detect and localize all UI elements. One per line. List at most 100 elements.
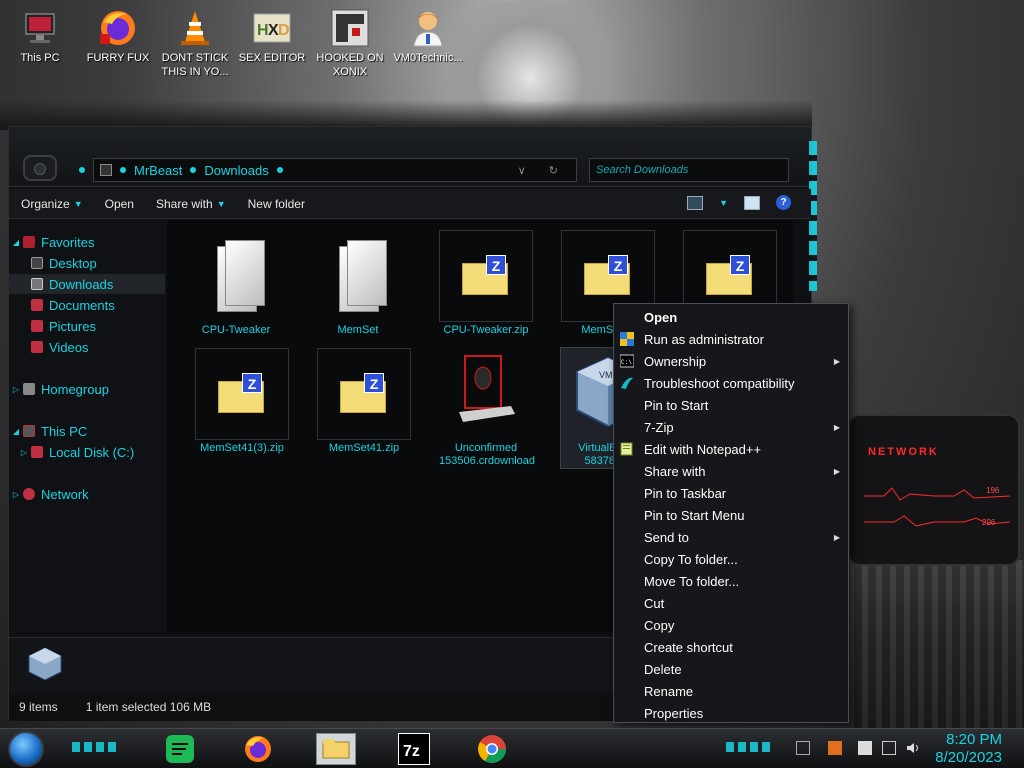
nav-label: Pictures: [49, 318, 96, 334]
menu-item-open[interactable]: Open: [614, 306, 848, 328]
desktop-icon-hex-editor[interactable]: HXD SEX EDITOR: [234, 4, 310, 65]
gadget-upload-value: 196: [986, 486, 1000, 495]
show-hidden-icons-icon[interactable]: [796, 741, 810, 755]
clock-date: 8/20/2023: [935, 749, 1002, 766]
new-folder-button[interactable]: New folder: [248, 197, 305, 211]
menu-label: Cut: [644, 595, 665, 611]
desktop-icon-vm0technic[interactable]: VM0Technic...: [390, 4, 466, 65]
menu-item-delete[interactable]: Delete: [614, 658, 848, 680]
nav-local-disk[interactable]: ▷ Local Disk (C:): [9, 442, 165, 462]
svg-text:VM: VM: [599, 370, 613, 380]
menu-item-copy[interactable]: Copy: [614, 614, 848, 636]
notepad-plus-plus-icon: [620, 442, 634, 456]
file-item-memset41-3-zip[interactable]: Z MemSet41(3).zip: [195, 348, 289, 455]
menu-item-create-shortcut[interactable]: Create shortcut: [614, 636, 848, 658]
desktop-icon-this-pc[interactable]: This PC: [2, 4, 78, 65]
search-box[interactable]: [589, 158, 789, 182]
file-explorer-icon[interactable]: [316, 733, 356, 765]
address-bar[interactable]: MrBeast Downloads ∨ ↻: [93, 158, 577, 182]
menu-item-ownership[interactable]: C:\ Ownership ▶: [614, 350, 848, 372]
network-tray-icon[interactable]: [882, 741, 896, 755]
nav-pictures[interactable]: Pictures: [9, 316, 165, 336]
organize-button[interactable]: Organize ▼: [21, 197, 83, 211]
menu-item-rename[interactable]: Rename: [614, 680, 848, 702]
file-item-cpu-tweaker[interactable]: CPU-Tweaker: [189, 230, 283, 337]
menu-label: Open: [644, 309, 678, 325]
menu-item-copy-to-folder[interactable]: Copy To folder...: [614, 548, 848, 570]
svg-text:7z: 7z: [403, 743, 420, 760]
nav-homegroup[interactable]: ▷ Homegroup: [9, 379, 165, 399]
documents-icon: [31, 299, 43, 311]
firefox-icon[interactable]: [242, 733, 274, 765]
action-center-icon[interactable]: [858, 741, 872, 755]
network-gadget[interactable]: NETWORK 196 296: [848, 414, 1020, 566]
start-orb-icon[interactable]: [8, 731, 44, 767]
menu-label: Properties: [644, 705, 704, 721]
nav-videos[interactable]: Videos: [9, 337, 165, 357]
desktop-icon-label: VM0Technic...: [393, 52, 463, 64]
breadcrumb-mrbeast[interactable]: MrBeast: [134, 163, 182, 178]
menu-item-share-with[interactable]: Share with ▶: [614, 460, 848, 482]
preview-pane-icon[interactable]: [744, 195, 760, 210]
address-controls-icon[interactable]: ∨ ↻: [518, 164, 568, 177]
traffic-cone-icon: [175, 8, 215, 48]
chevron-down-icon[interactable]: ▼: [719, 198, 728, 208]
view-options-icon[interactable]: [687, 195, 704, 210]
menu-item-edit-notepad[interactable]: Edit with Notepad++: [614, 438, 848, 460]
menu-item-move-to-folder[interactable]: Move To folder...: [614, 570, 848, 592]
menu-label: Create shortcut: [644, 639, 733, 655]
menu-item-troubleshoot[interactable]: Troubleshoot compatibility: [614, 372, 848, 394]
file-item-cpu-tweaker-zip[interactable]: Z CPU-Tweaker.zip: [439, 230, 533, 337]
nav-network[interactable]: ▷ Network: [9, 484, 165, 504]
nav-documents[interactable]: Documents: [9, 295, 165, 315]
breadcrumb-downloads[interactable]: Downloads: [204, 163, 268, 178]
breadcrumb-separator-icon: [190, 167, 197, 173]
help-icon[interactable]: ?: [776, 195, 791, 210]
system-clock[interactable]: 8:20 PM 8/20/2023: [935, 731, 1002, 767]
menu-item-pin-to-taskbar[interactable]: Pin to Taskbar: [614, 482, 848, 504]
menu-label: Pin to Start: [644, 397, 709, 413]
desktop-icon-vlc[interactable]: DONT STICK THIS IN YO...: [157, 4, 233, 79]
nav-this-pc[interactable]: ◢ This PC: [9, 421, 165, 441]
nav-favorites[interactable]: ◢ Favorites: [9, 232, 165, 252]
history-dot-icon[interactable]: [79, 167, 85, 173]
spotify-icon[interactable]: [164, 733, 196, 765]
menu-label: 7-Zip: [644, 419, 674, 435]
file-item-unconfirmed-download[interactable]: Unconfirmed 153506.crdownload: [439, 348, 535, 468]
share-with-label: Share with: [155, 196, 213, 211]
desktop-icon-label: SEX EDITOR: [238, 52, 306, 64]
downloads-icon: [31, 278, 43, 290]
nav-downloads[interactable]: Downloads: [9, 274, 165, 294]
menu-item-cut[interactable]: Cut: [614, 592, 848, 614]
zip-icon: Z: [340, 373, 388, 413]
menu-item-run-as-admin[interactable]: Run as administrator: [614, 328, 848, 350]
nav-desktop[interactable]: Desktop: [9, 253, 165, 273]
folder-thumb: [311, 230, 405, 322]
menu-item-pin-to-start[interactable]: Pin to Start: [614, 394, 848, 416]
volume-icon[interactable]: [906, 741, 920, 755]
share-with-button[interactable]: Share with ▼: [156, 197, 226, 211]
expand-arrow-icon[interactable]: ◢: [9, 238, 23, 247]
open-button[interactable]: Open: [105, 197, 134, 211]
expand-arrow-icon[interactable]: ▷: [17, 448, 31, 457]
search-input[interactable]: [590, 159, 788, 181]
expand-arrow-icon[interactable]: ◢: [9, 427, 23, 436]
file-item-memset[interactable]: MemSet: [311, 230, 405, 337]
7zip-icon[interactable]: 7z: [398, 733, 430, 765]
new-folder-label: New folder: [247, 196, 305, 211]
desktop-icon-xonix[interactable]: HOOKED ON XONIX: [312, 4, 388, 79]
expand-arrow-icon[interactable]: ▷: [9, 385, 23, 394]
menu-item-send-to[interactable]: Send to ▶: [614, 526, 848, 548]
desktop-icon-furry-fux[interactable]: FURRY FUX: [80, 4, 156, 65]
tray-app-icon[interactable]: [828, 741, 842, 755]
chrome-icon[interactable]: [476, 733, 508, 765]
menu-item-pin-to-start-menu[interactable]: Pin to Start Menu: [614, 504, 848, 526]
file-item-memset41-zip[interactable]: Z MemSet41.zip: [317, 348, 411, 455]
menu-item-7zip[interactable]: 7-Zip ▶: [614, 416, 848, 438]
menu-item-properties[interactable]: Properties: [614, 702, 848, 724]
svg-text:D: D: [278, 22, 290, 39]
submenu-arrow-icon: ▶: [833, 532, 840, 542]
back-forward-orb-icon[interactable]: [23, 155, 57, 181]
desktop-icon-label: FURRY FUX: [86, 52, 150, 64]
expand-arrow-icon[interactable]: ▷: [9, 490, 23, 499]
